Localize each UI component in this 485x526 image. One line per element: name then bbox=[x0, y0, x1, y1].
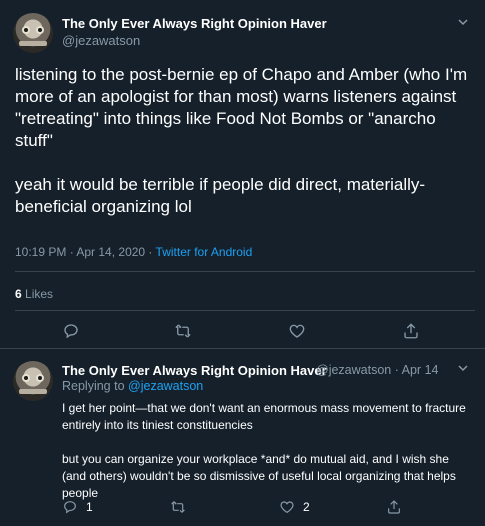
heart-icon bbox=[289, 324, 305, 338]
chevron-down-icon[interactable] bbox=[456, 361, 470, 375]
like-button[interactable] bbox=[288, 322, 306, 340]
share-button[interactable] bbox=[402, 322, 420, 340]
reply-icon bbox=[64, 324, 78, 339]
retweet-button[interactable] bbox=[174, 322, 192, 340]
tweet-paragraph: yeah it would be terrible if people did … bbox=[15, 175, 426, 216]
like-button[interactable]: 2 bbox=[279, 499, 310, 515]
tweet-meta: 10:19 PM · Apr 14, 2020 · Twitter for An… bbox=[15, 245, 252, 259]
reply-tweet[interactable]: The Only Ever Always Right Opinion Haver… bbox=[0, 349, 485, 526]
replying-to: Replying to @jezawatson bbox=[62, 379, 203, 393]
heart-icon bbox=[280, 501, 294, 514]
like-count: 2 bbox=[303, 500, 310, 514]
timestamp[interactable]: 10:19 PM · Apr 14, 2020 · bbox=[15, 245, 152, 259]
tweet-text: listening to the post-bernie ep of Chapo… bbox=[15, 64, 475, 218]
chevron-down-icon[interactable] bbox=[456, 15, 470, 29]
retweet-button[interactable] bbox=[170, 499, 194, 515]
author-name[interactable]: The Only Ever Always Right Opinion Haver bbox=[62, 16, 327, 31]
replying-handle-link[interactable]: @jezawatson bbox=[128, 379, 203, 393]
retweet-icon bbox=[175, 324, 191, 338]
avatar[interactable] bbox=[13, 361, 53, 401]
share-icon bbox=[404, 323, 418, 339]
divider bbox=[15, 310, 475, 311]
likes-count: 6 bbox=[15, 287, 22, 301]
likes-stat[interactable]: 6 Likes bbox=[15, 287, 53, 301]
author-handle-date[interactable]: @jezawatson · Apr 14 bbox=[316, 363, 438, 377]
main-tweet: The Only Ever Always Right Opinion Haver… bbox=[0, 0, 485, 349]
share-icon bbox=[388, 500, 400, 514]
tweet-paragraph: listening to the post-bernie ep of Chapo… bbox=[15, 65, 468, 150]
share-button[interactable] bbox=[386, 499, 402, 515]
reply-count: 1 bbox=[86, 500, 93, 514]
reply-button[interactable]: 1 bbox=[62, 499, 93, 515]
reply-icon bbox=[64, 501, 76, 514]
tweet-text: I get her point—that we don't want an en… bbox=[62, 400, 467, 502]
likes-label: Likes bbox=[25, 287, 54, 301]
author-handle[interactable]: @jezawatson bbox=[62, 33, 140, 48]
divider bbox=[15, 271, 475, 272]
avatar[interactable] bbox=[13, 13, 53, 53]
reply-button[interactable] bbox=[62, 322, 80, 340]
author-name[interactable]: The Only Ever Always Right Opinion Haver bbox=[62, 363, 327, 378]
replying-prefix: Replying to bbox=[62, 379, 125, 393]
source-link[interactable]: Twitter for Android bbox=[156, 245, 253, 259]
retweet-icon bbox=[171, 501, 185, 513]
tweet-paragraph: I get her point—that we don't want an en… bbox=[62, 401, 466, 432]
tweet-paragraph: but you can organize your workplace *and… bbox=[62, 452, 456, 500]
